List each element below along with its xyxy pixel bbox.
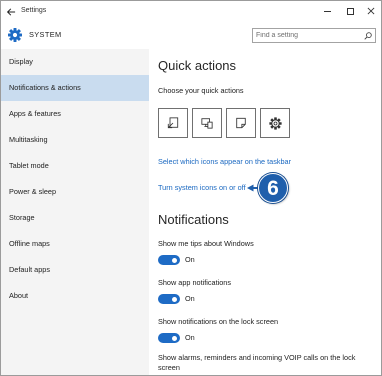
note-icon [236,117,246,129]
back-button[interactable] [4,5,17,18]
sidebar-item-tablet-mode[interactable]: Tablet mode [1,153,149,179]
quick-action-tiles [158,108,294,138]
settings-window: Settings SYSTEM Find a setting Display N… [0,0,382,376]
sidebar-item-default-apps[interactable]: Default apps [1,257,149,283]
search-icon[interactable] [364,32,372,40]
lock-screen-alarms-label: Show alarms, reminders and incoming VOIP… [158,353,356,372]
step-callout: 6 [246,172,290,204]
notifications-heading: Notifications [158,212,229,227]
toggle-knob [172,257,177,263]
close-icon [367,7,375,15]
quick-actions-heading: Quick actions [158,58,237,73]
quick-action-settings-tile[interactable] [260,108,290,138]
minimize-button[interactable] [318,3,336,19]
search-input[interactable] [256,29,360,42]
tips-toggle-state: On [185,255,195,264]
toggle-knob [172,296,177,302]
settings-header: SYSTEM [1,22,381,49]
sidebar-item-multitasking[interactable]: Multitasking [1,127,149,153]
minimize-icon [323,10,331,12]
maximize-icon [346,7,354,15]
settings-icon [268,116,282,130]
sidebar-item-about[interactable]: About [1,283,149,309]
tips-toggle-row: On [158,255,218,265]
title-bar: Settings [1,1,381,22]
back-arrow-icon [6,7,15,16]
quick-actions-subheading: Choose your quick actions [158,86,244,95]
sidebar-item-apps-features[interactable]: Apps & features [1,101,149,127]
close-button[interactable] [362,3,380,19]
lock-screen-notifications-toggle-state: On [185,333,195,342]
lock-screen-notifications-label: Show notifications on the lock screen [158,317,279,326]
sidebar-item-storage[interactable]: Storage [1,205,149,231]
app-notifications-toggle-row: On [158,294,218,304]
toggle-knob [172,335,177,341]
sidebar-item-power-sleep[interactable]: Power & sleep [1,179,149,205]
quick-action-connect-tile[interactable] [192,108,222,138]
gear-icon [8,28,22,42]
sidebar-item-notifications-actions[interactable]: Notifications & actions [1,75,149,101]
quick-action-tablet-mode-tile[interactable] [158,108,188,138]
app-notifications-toggle-state: On [185,294,195,303]
callout-number: 6 [267,176,279,200]
system-icons-link[interactable]: Turn system icons on or off [158,183,246,193]
connect-icon [201,118,213,129]
section-title: SYSTEM [29,30,62,39]
main-content: Quick actions Choose your quick actions [158,48,364,375]
tablet-mode-icon [167,117,179,129]
window-title: Settings [21,7,47,14]
lock-screen-notifications-toggle[interactable] [158,333,180,343]
sidebar-item-display[interactable]: Display [1,49,149,75]
sidebar: Display Notifications & actions Apps & f… [1,49,149,375]
lock-screen-notifications-toggle-row: On [158,333,218,343]
quick-action-note-tile[interactable] [226,108,256,138]
app-notifications-label: Show app notifications [158,278,232,287]
tips-toggle[interactable] [158,255,180,265]
sidebar-item-offline-maps[interactable]: Offline maps [1,231,149,257]
tips-label: Show me tips about Windows [158,239,254,248]
taskbar-icons-link[interactable]: Select which icons appear on the taskbar [158,157,291,167]
maximize-button[interactable] [341,3,359,19]
app-notifications-toggle[interactable] [158,294,180,304]
search-box[interactable] [252,28,376,43]
callout-badge: 6 [258,173,288,203]
